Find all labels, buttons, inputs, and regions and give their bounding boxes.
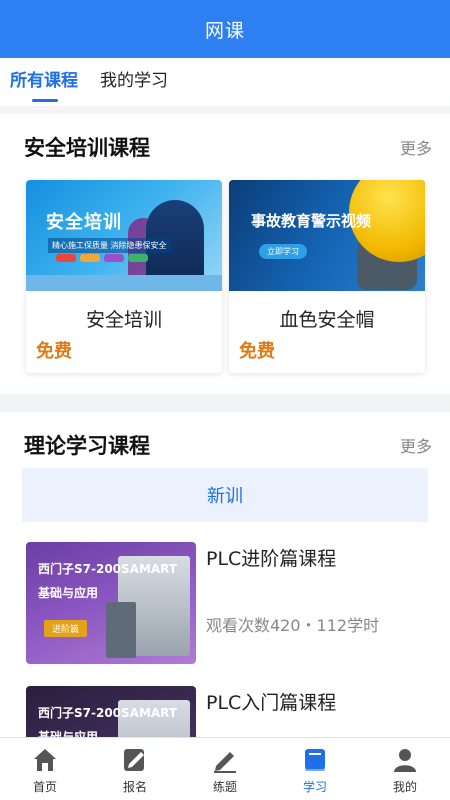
chip: [104, 254, 124, 262]
bottom-navigation: 首页 报名 练题 学习 我的: [0, 737, 450, 800]
thumbnail-title: 事故教育警示视频: [251, 212, 372, 230]
theory-courses-section: 理论学习课程 更多 新训 西门子S7-200SAMART 基础与应用 进阶篇 P…: [0, 412, 450, 800]
nav-practice[interactable]: 练题: [180, 738, 270, 800]
thumbnail-line1: 西门子S7-200SAMART: [38, 562, 178, 576]
signup-icon: [120, 745, 150, 775]
nav-home[interactable]: 首页: [0, 738, 90, 800]
course-name: 安全培训: [85, 309, 162, 331]
course-price: 免费: [239, 341, 275, 362]
page-title: 网课: [204, 19, 245, 42]
thumbnail-subtitle: 精心施工保质量 消除隐患保安全: [48, 238, 171, 253]
nav-label: 报名: [122, 780, 147, 794]
nav-me[interactable]: 我的: [360, 738, 450, 800]
chip: [56, 254, 76, 262]
course-meta: 观看次数420・112学时: [206, 616, 380, 635]
section-header: 理论学习课程 更多: [24, 430, 432, 460]
section-header: 安全培训课程 更多: [24, 132, 432, 162]
nav-signup[interactable]: 报名: [90, 738, 180, 800]
title-bar: 网课: [0, 0, 450, 58]
course-thumbnail: 事故教育警示视频 立即学习: [229, 180, 425, 291]
course-name: 血色安全帽: [279, 309, 375, 331]
nav-label: 学习: [302, 780, 327, 794]
tab-all-courses[interactable]: 所有课程: [10, 58, 78, 106]
more-link[interactable]: 更多: [400, 433, 432, 457]
course-title: PLC入门篇课程: [206, 692, 337, 714]
home-icon: [30, 745, 60, 775]
course-card-safety-training[interactable]: 安全培训 精心施工保质量 消除隐患保安全 安全培训 免费: [26, 180, 222, 373]
course-thumbnail: 安全培训 精心施工保质量 消除隐患保安全: [26, 180, 222, 291]
section-title: 安全培训课程: [24, 136, 150, 160]
chip: [128, 254, 148, 262]
ground-strip: [26, 275, 222, 291]
nav-study[interactable]: 学习: [270, 738, 360, 800]
plc-device-image: [106, 602, 136, 658]
section-title: 理论学习课程: [24, 434, 150, 458]
chip: [80, 254, 100, 262]
nav-label: 我的: [392, 780, 417, 794]
category-filter-new-training[interactable]: 新训: [22, 468, 428, 522]
tab-my-learning[interactable]: 我的学习: [100, 58, 168, 106]
user-icon: [390, 745, 420, 775]
course-row-plc-advanced[interactable]: 西门子S7-200SAMART 基础与应用 进阶篇 PLC进阶篇课程 观看次数4…: [26, 542, 426, 666]
nav-label: 练题: [212, 780, 237, 794]
thumbnail-tag: 进阶篇: [44, 620, 88, 637]
thumbnail-line2: 基础与应用: [38, 586, 99, 600]
pencil-icon: [210, 745, 240, 775]
tab-bar: 所有课程 我的学习: [0, 58, 450, 106]
book-icon: [300, 745, 330, 775]
course-thumbnail: 西门子S7-200SAMART 基础与应用 进阶篇: [26, 542, 196, 664]
thumbnail-title: 安全培训: [46, 212, 122, 233]
thumbnail-line1: 西门子S7-200SAMART: [38, 706, 178, 720]
nav-label: 首页: [32, 780, 57, 794]
app-root: 网课 所有课程 我的学习 安全培训课程 更多 安全培训 精心施工保质量 消除隐患…: [0, 0, 450, 800]
course-price: 免费: [36, 341, 72, 362]
thumbnail-button: 立即学习: [259, 244, 307, 259]
course-title: PLC进阶篇课程: [206, 548, 337, 570]
safety-courses-section: 安全培训课程 更多 安全培训 精心施工保质量 消除隐患保安全 安全培训 免费 事…: [0, 114, 450, 394]
more-link[interactable]: 更多: [400, 135, 432, 159]
course-card-blood-helmet[interactable]: 事故教育警示视频 立即学习 血色安全帽 免费: [229, 180, 425, 373]
